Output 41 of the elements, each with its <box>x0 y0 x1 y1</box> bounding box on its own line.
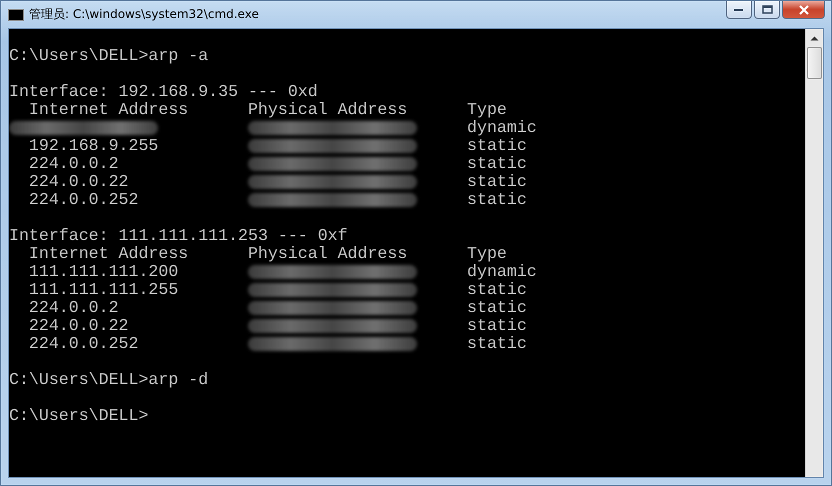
address-type: static <box>467 137 528 155</box>
interface-heading: Interface: 192.168.9.35 --- 0xd <box>9 83 319 101</box>
address-type: dynamic <box>467 263 538 281</box>
address-type: static <box>467 299 528 317</box>
address-type: dynamic <box>467 119 538 137</box>
internet-address: 111.111.111.255 <box>28 281 180 299</box>
minimize-button[interactable] <box>726 1 752 19</box>
address-type: static <box>467 155 528 173</box>
column-header: Type <box>467 245 508 263</box>
internet-address: 224.0.0.2 <box>28 155 120 173</box>
command-line: C:\Users\DELL> <box>9 407 150 425</box>
console-app-icon <box>8 8 24 20</box>
maximize-icon <box>762 5 772 14</box>
internet-address: 224.0.0.2 <box>28 299 120 317</box>
internet-address: 192.168.9.255 <box>28 137 160 155</box>
scrollbar-thumb[interactable] <box>807 47 822 79</box>
address-type: static <box>467 173 528 191</box>
column-header: Internet Address <box>28 101 190 119</box>
internet-address: 111.111.111.200 <box>28 263 180 281</box>
address-type: static <box>467 335 528 353</box>
window-title: 管理员: C:\windows\system32\cmd.exe <box>29 6 260 23</box>
close-button[interactable] <box>782 1 825 19</box>
column-header: Internet Address <box>28 245 190 263</box>
command-line: C:\Users\DELL>arp -d <box>9 371 210 389</box>
scroll-up-icon[interactable] <box>810 34 819 40</box>
column-header: Type <box>467 101 508 119</box>
internet-address: 224.0.0.252 <box>28 335 140 353</box>
maximize-button[interactable] <box>754 1 780 19</box>
interface-heading: Interface: 111.111.111.253 --- 0xf <box>9 227 349 245</box>
address-type: static <box>467 317 528 335</box>
command-line: C:\Users\DELL>arp -a <box>9 47 210 65</box>
column-header: Physical Address <box>248 245 408 263</box>
column-header: Physical Address <box>248 101 408 119</box>
internet-address: 224.0.0.252 <box>28 191 140 209</box>
close-icon <box>798 4 808 14</box>
address-type: static <box>467 281 528 299</box>
internet-address: 224.0.0.22 <box>28 317 130 335</box>
vertical-scrollbar[interactable] <box>805 29 823 477</box>
internet-address: 224.0.0.22 <box>28 173 130 191</box>
minimize-icon <box>734 8 744 12</box>
address-type: static <box>467 191 528 209</box>
